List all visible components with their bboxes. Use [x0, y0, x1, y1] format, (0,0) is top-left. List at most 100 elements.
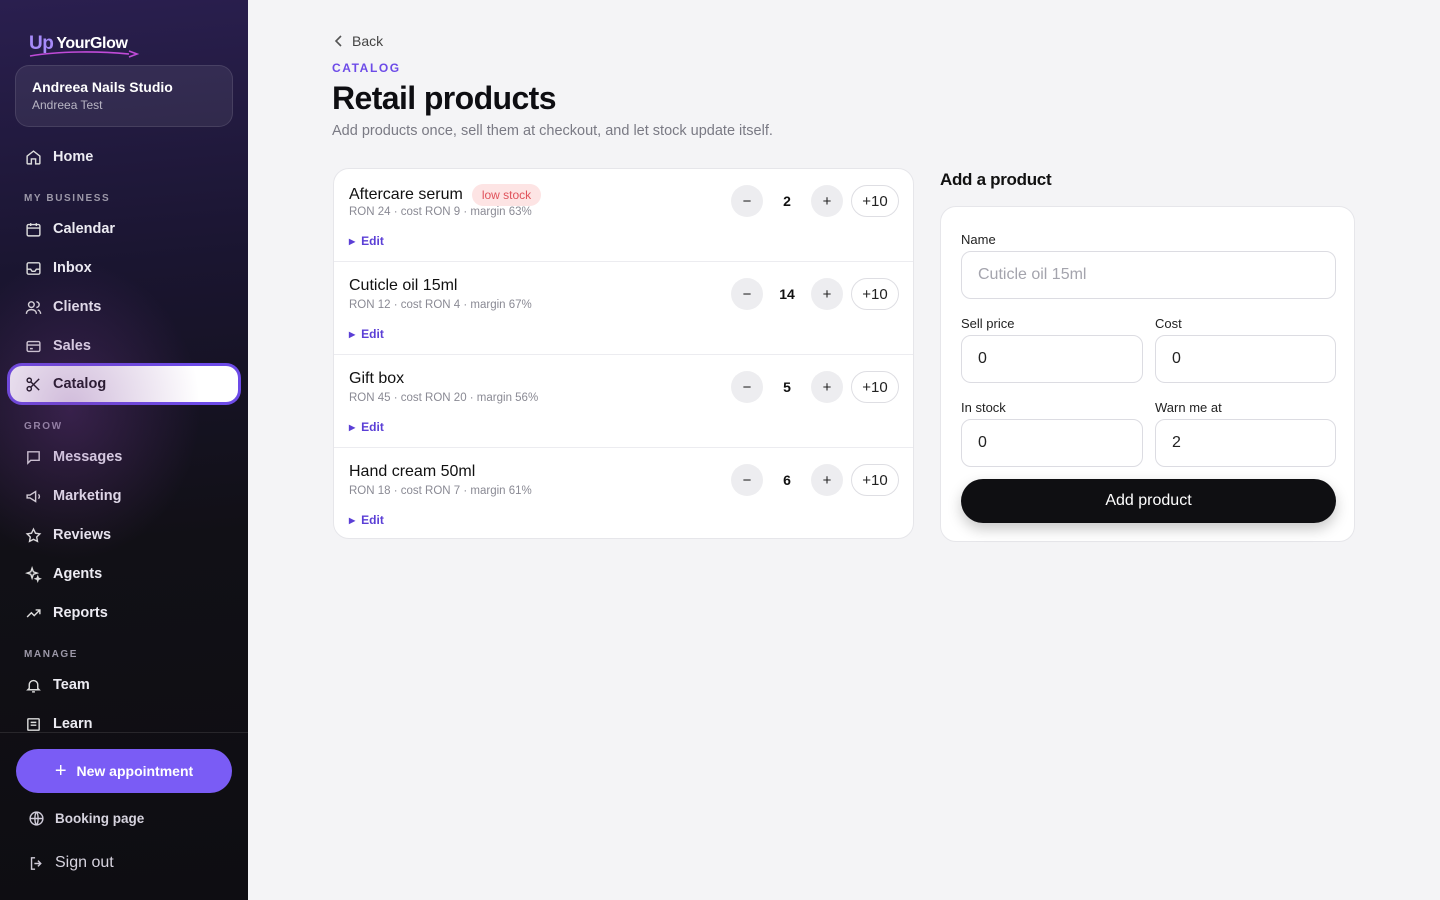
add-product-button[interactable]: Add product — [961, 479, 1336, 523]
users-icon — [24, 298, 42, 316]
stock-quantity: 2 — [783, 193, 791, 209]
sidebar-item-sales[interactable]: Sales — [10, 328, 238, 364]
sidebar-item-label: Agents — [53, 566, 103, 582]
name-label: Name — [961, 232, 996, 247]
caret-right-icon: ▶ — [349, 515, 356, 525]
sidebar-item-learn[interactable]: Learn — [10, 706, 238, 742]
new-appointment-label: New appointment — [76, 763, 194, 779]
in-stock-input[interactable] — [961, 419, 1143, 467]
sidebar-item-label: Clients — [53, 299, 102, 315]
increase-button[interactable]: + — [811, 278, 843, 310]
calendar-icon — [24, 220, 42, 238]
sidebar-item-marketing[interactable]: Marketing — [10, 478, 238, 514]
inbox-icon — [24, 259, 42, 277]
edit-label: Edit — [361, 513, 384, 527]
in-stock-label: In stock — [961, 400, 1006, 415]
decrease-button[interactable]: − — [731, 185, 763, 217]
edit-toggle[interactable]: ▶ Edit — [349, 234, 384, 248]
edit-toggle[interactable]: ▶ Edit — [349, 513, 384, 527]
home-icon — [24, 148, 42, 166]
sidebar: Up YourGlow Andreea Nails Studio Andreea… — [0, 0, 248, 900]
add-ten-button[interactable]: +10 — [851, 185, 899, 217]
chat-icon — [24, 448, 42, 466]
product-name: Aftercare serum — [349, 186, 463, 203]
sign-out-link[interactable]: Sign out — [28, 854, 114, 872]
scissors-icon — [24, 375, 42, 393]
sidebar-item-reports[interactable]: Reports — [10, 595, 238, 631]
stock-stepper: − 14 + +10 — [731, 278, 899, 310]
section-label-manage: MANAGE — [24, 649, 79, 660]
page-subtitle: Add products once, sell them at checkout… — [332, 123, 773, 139]
sidebar-item-label: Calendar — [53, 221, 116, 237]
page-eyebrow: CATALOG — [332, 61, 401, 75]
edit-toggle[interactable]: ▶ Edit — [349, 327, 384, 341]
sidebar-item-label: Reviews — [53, 527, 112, 543]
caret-right-icon: ▶ — [349, 422, 356, 432]
product-row: Cuticle oil 15ml RON 12 · cost RON 4 · m… — [334, 262, 913, 355]
product-name: Hand cream 50ml — [349, 463, 476, 480]
logo-swoosh-icon — [29, 50, 140, 58]
sidebar-item-clients[interactable]: Clients — [10, 289, 238, 325]
product-meta: RON 24 · cost RON 9 · margin 63% — [349, 206, 532, 218]
stock-quantity: 14 — [779, 286, 795, 302]
decrease-button[interactable]: − — [731, 371, 763, 403]
chevron-left-icon — [334, 35, 344, 47]
sidebar-item-catalog[interactable]: Catalog — [10, 366, 238, 402]
brand-logo[interactable]: Up YourGlow — [29, 28, 140, 58]
add-ten-button[interactable]: +10 — [851, 464, 899, 496]
back-label: Back — [352, 33, 384, 49]
stock-stepper: − 6 + +10 — [731, 464, 899, 496]
edit-toggle[interactable]: ▶ Edit — [349, 420, 384, 434]
sidebar-item-label: Home — [53, 149, 94, 165]
sidebar-item-calendar[interactable]: Calendar — [10, 211, 238, 247]
new-appointment-button[interactable]: + New appointment — [16, 749, 232, 793]
increase-button[interactable]: + — [811, 371, 843, 403]
sidebar-item-team[interactable]: Team — [10, 667, 238, 703]
decrease-button[interactable]: − — [731, 464, 763, 496]
edit-label: Edit — [361, 327, 384, 341]
globe-icon — [28, 809, 46, 827]
warn-me-at-input[interactable] — [1155, 419, 1336, 467]
add-product-form: Name Sell price Cost In stock Warn me at… — [940, 206, 1355, 542]
sidebar-item-reviews[interactable]: Reviews — [10, 517, 238, 553]
sparkles-icon — [24, 565, 42, 583]
increase-button[interactable]: + — [811, 464, 843, 496]
product-row: Aftercare serum low stock RON 24 · cost … — [334, 169, 913, 262]
section-label-business: MY BUSINESS — [24, 193, 111, 204]
caret-right-icon: ▶ — [349, 236, 356, 246]
product-list: Aftercare serum low stock RON 24 · cost … — [333, 168, 914, 539]
stock-stepper: − 2 + +10 — [731, 185, 899, 217]
back-link[interactable]: Back — [334, 33, 383, 49]
studio-user: Andreea Test — [32, 98, 103, 112]
product-meta: RON 12 · cost RON 4 · margin 67% — [349, 299, 532, 311]
card-icon — [24, 337, 42, 355]
sidebar-item-messages[interactable]: Messages — [10, 439, 238, 475]
low-stock-badge: low stock — [471, 184, 542, 206]
plus-icon: + — [54, 760, 67, 782]
cost-input[interactable] — [1155, 335, 1336, 383]
sidebar-item-label: Team — [53, 677, 90, 693]
sidebar-item-label: Marketing — [53, 488, 122, 504]
studio-switcher[interactable]: Andreea Nails Studio Andreea Test — [15, 65, 233, 127]
sell-price-input[interactable] — [961, 335, 1143, 383]
add-product-title: Add a product — [940, 170, 1052, 189]
megaphone-icon — [24, 487, 42, 505]
product-row: Hand cream 50ml RON 18 · cost RON 7 · ma… — [334, 448, 913, 538]
product-name: Gift box — [349, 370, 405, 387]
sidebar-item-label: Learn — [53, 716, 93, 732]
add-ten-button[interactable]: +10 — [851, 371, 899, 403]
increase-button[interactable]: + — [811, 185, 843, 217]
booking-page-link[interactable]: Booking page — [28, 809, 144, 827]
booking-page-label: Booking page — [55, 810, 145, 826]
sidebar-item-agents[interactable]: Agents — [10, 556, 238, 592]
studio-name: Andreea Nails Studio — [32, 79, 173, 95]
sidebar-item-label: Inbox — [53, 260, 92, 276]
sidebar-item-inbox[interactable]: Inbox — [10, 250, 238, 286]
warn-me-at-label: Warn me at — [1155, 400, 1222, 415]
edit-label: Edit — [361, 234, 384, 248]
add-ten-button[interactable]: +10 — [851, 278, 899, 310]
name-input[interactable] — [961, 251, 1336, 299]
decrease-button[interactable]: − — [731, 278, 763, 310]
sidebar-item-home[interactable]: Home — [10, 139, 238, 175]
sell-price-label: Sell price — [961, 316, 1015, 331]
